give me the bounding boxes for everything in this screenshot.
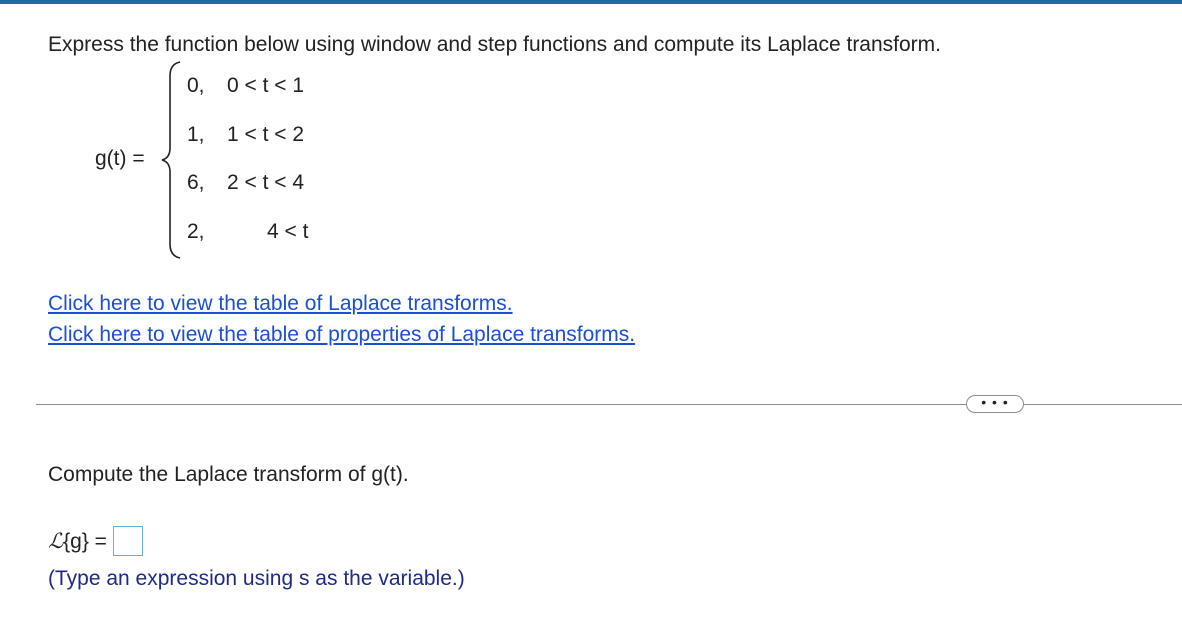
laplace-properties-link[interactable]: Click here to view the table of properti… bbox=[48, 319, 635, 350]
function-label: g(t) = bbox=[95, 147, 145, 170]
problem-prompt: Express the function below using window … bbox=[48, 33, 942, 56]
case-value: 2, bbox=[187, 220, 205, 243]
case-value: 0, bbox=[187, 74, 205, 97]
laplace-symbol: ℒ bbox=[48, 528, 64, 553]
left-brace-icon bbox=[161, 61, 181, 259]
case-value: 6, bbox=[187, 171, 205, 194]
reference-links: Click here to view the table of Laplace … bbox=[48, 288, 635, 350]
case-condition: 0 < t < 1 bbox=[227, 74, 305, 97]
answer-label-rest: {g} = bbox=[63, 529, 107, 553]
top-accent-bar bbox=[0, 0, 1182, 4]
case-condition: 4 < t bbox=[267, 220, 309, 243]
case-row: 2, 4 < t bbox=[187, 219, 308, 245]
answer-label: ℒ{g} = bbox=[48, 528, 107, 555]
question-text: Compute the Laplace transform of g(t). bbox=[48, 463, 409, 486]
ellipsis-icon: • • • bbox=[981, 394, 1009, 410]
answer-hint: (Type an expression using s as the varia… bbox=[48, 567, 465, 590]
case-condition: 2 < t < 4 bbox=[227, 171, 305, 194]
laplace-table-link[interactable]: Click here to view the table of Laplace … bbox=[48, 288, 635, 319]
case-value: 1, bbox=[187, 123, 205, 146]
case-row: 1, 1 < t < 2 bbox=[187, 122, 304, 148]
case-row: 0, 0 < t < 1 bbox=[187, 73, 304, 99]
more-options-button[interactable]: • • • bbox=[966, 395, 1024, 413]
answer-input[interactable] bbox=[112, 526, 143, 556]
case-row: 6, 2 < t < 4 bbox=[187, 170, 304, 196]
case-condition: 1 < t < 2 bbox=[227, 123, 305, 146]
answer-row: ℒ{g} = bbox=[48, 526, 143, 556]
